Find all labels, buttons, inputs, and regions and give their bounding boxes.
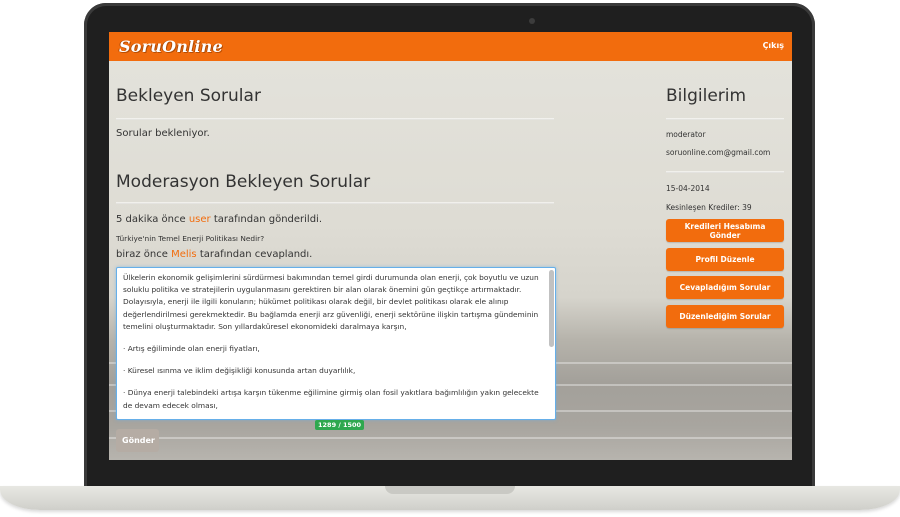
answer-bullet: · Dünya enerji talebindeki artışa karşın… [123,388,539,410]
pending-message: Sorular bekleniyor. [116,128,210,139]
divider [116,202,554,204]
top-navbar: SoruOnline Çıkış [109,32,792,61]
answer-meta-suffix: tarafından cevaplandı. [199,249,313,260]
logout-link[interactable]: Çıkış [763,41,784,50]
question-text: Türkiye'nin Temel Enerji Politikası Nedi… [116,234,265,243]
submit-button[interactable]: Gönder [116,429,159,452]
member-date: 15-04-2014 [666,184,710,193]
sidebar-title: Bilgilerim [666,86,747,106]
textarea-scrollbar[interactable] [549,270,554,347]
answer-bullet: · Artış eğiliminde olan enerji fiyatları… [123,344,260,354]
site-logo[interactable]: SoruOnline [119,37,223,56]
confirmed-credits: Kesinleşen Krediler: 39 [666,203,752,212]
answer-meta: biraz önce Melis tarafından cevaplandı. [116,249,312,260]
divider [666,118,784,120]
laptop-notch [385,486,515,494]
send-credits-button[interactable]: Kredileri Hesabıma Gönder [666,219,784,242]
answer-text[interactable]: Ülkelerin ekonomik gelişimlerini sürdürm… [123,272,539,412]
moderation-title: Moderasyon Bekleyen Sorular [116,172,371,192]
answered-questions-button[interactable]: Cevapladığım Sorular [666,276,784,299]
screen: SoruOnline Çıkış Bekleyen Sorular Sorula… [109,32,792,460]
question-meta-suffix: tarafından gönderildi. [213,214,323,225]
question-user-link[interactable]: user [189,214,211,225]
edited-questions-button[interactable]: Düzenlediğim Sorular [666,305,784,328]
camera-dot [529,18,535,24]
question-meta: 5 dakika önce user tarafından gönderildi… [116,214,322,225]
answer-paragraph: Ülkelerin ekonomik gelişimlerini sürdürm… [123,273,539,331]
character-counter: 1289 / 1500 [315,420,365,430]
answer-user-link[interactable]: Melis [171,249,197,260]
user-email: soruonline.com@gmail.com [666,148,771,157]
user-role: moderator [666,130,706,139]
divider [116,118,554,120]
pending-questions-title: Bekleyen Sorular [116,86,261,106]
answer-textarea[interactable]: Ülkelerin ekonomik gelişimlerini sürdürm… [116,267,556,420]
edit-profile-button[interactable]: Profil Düzenle [666,248,784,271]
answer-time: biraz önce [116,249,168,260]
answer-bullet: · Küresel ısınma ve iklim değişikliği ko… [123,366,356,376]
question-time: 5 dakika önce [116,214,186,225]
divider [666,171,784,173]
